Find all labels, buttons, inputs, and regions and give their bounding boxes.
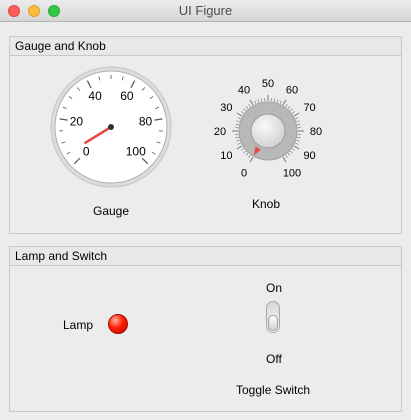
knob-tick — [287, 153, 291, 156]
knob-tick — [243, 150, 246, 154]
knob-tick — [237, 142, 241, 145]
knob-tick-label: 20 — [214, 126, 226, 138]
knob-tick — [295, 117, 299, 120]
knob-tick — [282, 156, 287, 163]
knob-label: Knob — [252, 197, 281, 211]
knob-tick — [237, 117, 241, 120]
knob-tick — [235, 123, 239, 126]
knob-tick — [241, 148, 244, 151]
knob-tick — [282, 99, 287, 106]
knob-tick — [260, 98, 263, 102]
knob-tick — [292, 111, 295, 114]
knob-tick — [296, 120, 300, 123]
knob-tick — [257, 99, 260, 103]
knob-tick — [279, 100, 282, 104]
knob-tick-label: 100 — [283, 168, 301, 180]
knob-tick — [249, 156, 254, 163]
knob-tick — [235, 136, 239, 139]
lamp-indicator — [108, 314, 128, 334]
toggle-on-label: On — [266, 281, 283, 295]
knob-tick — [236, 112, 243, 117]
knob-tick — [297, 123, 301, 126]
knob-tick — [236, 120, 240, 123]
knob-tick-label: 40 — [238, 84, 250, 96]
knob-tick — [245, 106, 249, 109]
knob-tick-label: 90 — [303, 150, 315, 162]
knob-tick-label: 0 — [241, 168, 247, 180]
toggle-switch-thumb[interactable] — [268, 315, 278, 331]
knob-tick-label: 70 — [303, 102, 315, 114]
lamp-label: Lamp — [63, 318, 94, 332]
knob-tick — [254, 100, 257, 104]
knob-dial[interactable] — [250, 113, 286, 149]
knob-tick — [249, 99, 254, 106]
knob-tick — [236, 145, 243, 150]
knob-tick — [236, 139, 240, 142]
knob-tick — [292, 148, 295, 151]
knob-tick — [285, 104, 288, 107]
knob-tick — [290, 108, 293, 112]
knob-tick — [248, 155, 251, 158]
toggle-off-label: Off — [266, 352, 282, 366]
knob-tick — [285, 155, 288, 158]
knob-tick — [297, 136, 301, 139]
knob-tick — [295, 142, 299, 145]
knob-tick — [296, 139, 300, 142]
knob-tick-label: 50 — [262, 78, 274, 90]
knob-tick — [248, 104, 251, 107]
knob-tick — [293, 145, 300, 150]
knob-tick — [287, 106, 291, 109]
knob[interactable]: 0 10 20 30 40 50 60 70 80 90100 — [0, 0, 411, 240]
knob-tick — [290, 150, 293, 154]
toggle-switch-label: Toggle Switch — [236, 383, 311, 397]
knob-tick-label: 30 — [220, 102, 232, 114]
knob-tick-label: 10 — [220, 150, 232, 162]
knob-tick — [241, 111, 244, 114]
knob-tick — [276, 99, 279, 103]
lamp-switch-panel-title: Lamp and Switch — [10, 247, 401, 266]
knob-tick — [293, 112, 300, 117]
knob-tick-label: 80 — [310, 126, 322, 138]
knob-tick — [243, 108, 246, 112]
knob-tick — [273, 98, 276, 102]
knob-tick-label: 60 — [286, 84, 298, 96]
knob-tick — [245, 153, 249, 156]
toggle-switch[interactable] — [266, 301, 280, 333]
